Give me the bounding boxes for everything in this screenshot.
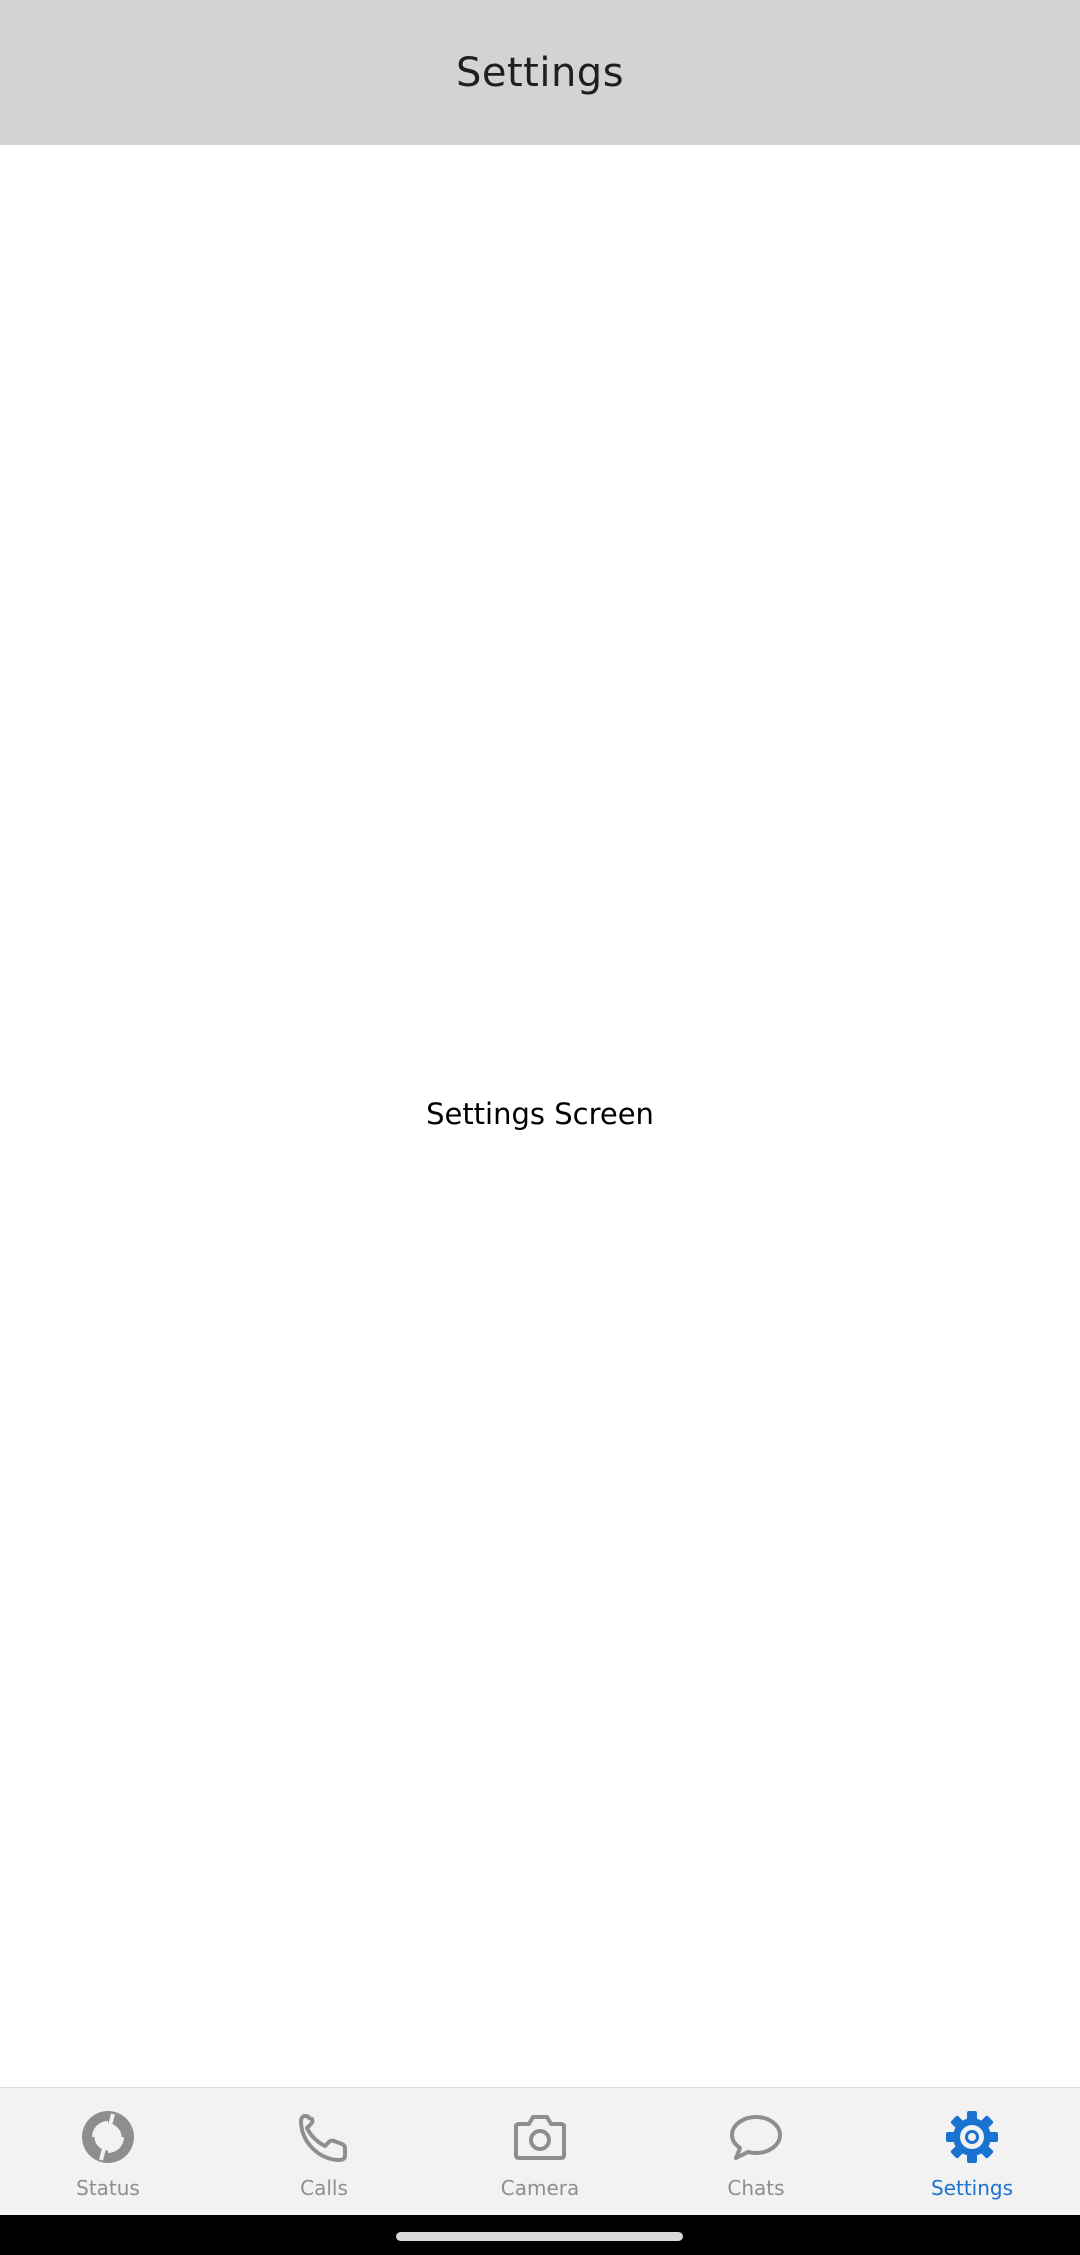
header-bar: Settings	[0, 0, 1080, 145]
tab-chats[interactable]: Chats	[648, 2088, 864, 2215]
tab-calls-label: Calls	[300, 2176, 348, 2200]
phone-icon	[295, 2108, 353, 2166]
system-nav-bar	[0, 2215, 1080, 2255]
home-indicator[interactable]	[396, 2232, 683, 2241]
chat-bubble-icon	[727, 2108, 785, 2166]
bottom-tab-bar: Status Calls Camera Chats Settings	[0, 2087, 1080, 2215]
tab-chats-label: Chats	[727, 2176, 785, 2200]
gear-icon	[943, 2108, 1001, 2166]
tab-camera[interactable]: Camera	[432, 2088, 648, 2215]
tab-calls[interactable]: Calls	[216, 2088, 432, 2215]
main-content: Settings Screen	[0, 145, 1080, 2087]
status-icon	[79, 2108, 137, 2166]
tab-settings[interactable]: Settings	[864, 2088, 1080, 2215]
tab-status[interactable]: Status	[0, 2088, 216, 2215]
app-screen: Settings Settings Screen Status Calls Ca…	[0, 0, 1080, 2255]
camera-icon	[511, 2108, 569, 2166]
screen-placeholder-text: Settings Screen	[426, 1097, 654, 1131]
tab-camera-label: Camera	[500, 2176, 580, 2200]
tab-status-label: Status	[76, 2176, 140, 2200]
tab-settings-label: Settings	[930, 2176, 1014, 2200]
page-title: Settings	[455, 49, 625, 96]
